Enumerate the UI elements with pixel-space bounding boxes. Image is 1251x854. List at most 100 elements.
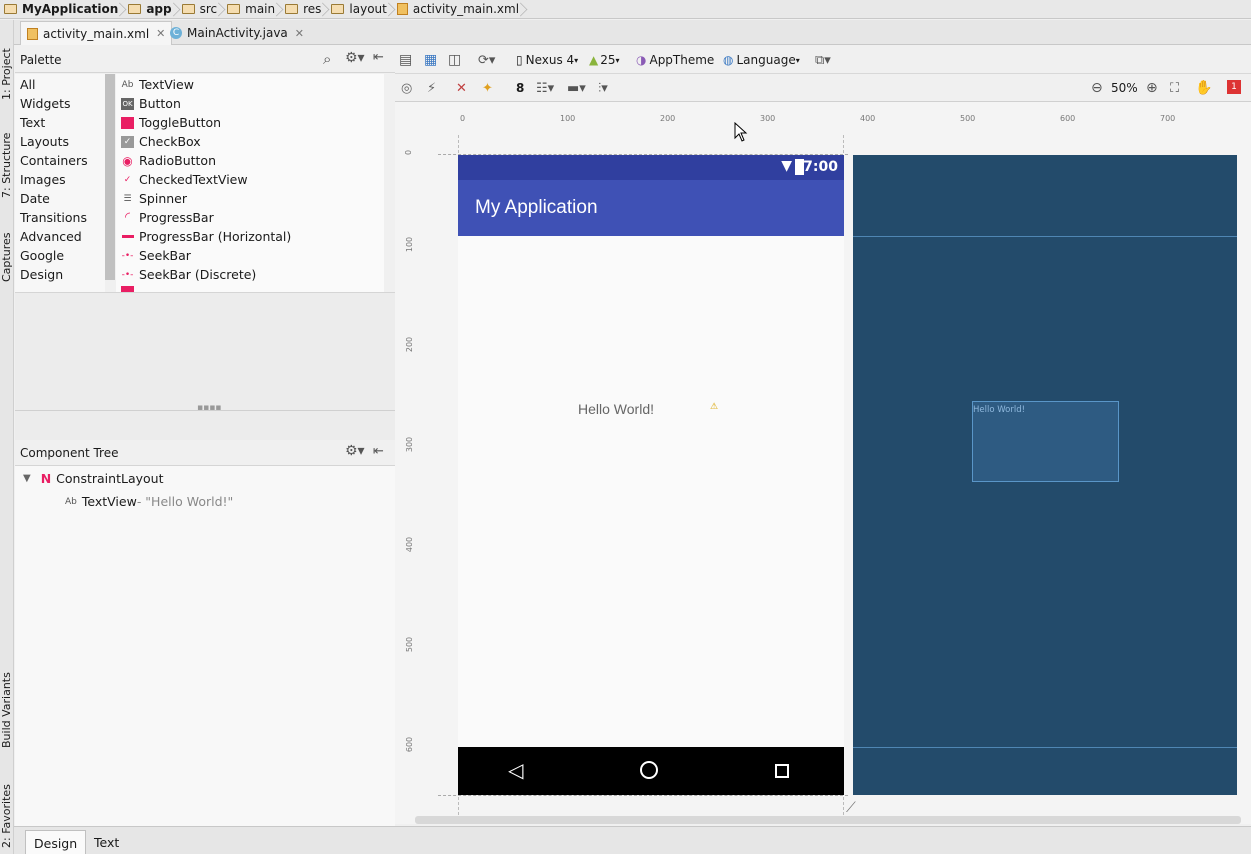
hide-panel-icon[interactable]: ⇤ <box>373 50 384 65</box>
resize-handle-icon[interactable]: ⟋ <box>846 800 856 816</box>
android-icon: ▲ <box>589 53 599 67</box>
show-constraints-icon[interactable]: ◎ <box>401 78 412 98</box>
guidelines-icon[interactable]: ⫶▾ <box>598 78 608 98</box>
navigation-bar: ◁ <box>458 747 844 795</box>
autoconnect-icon[interactable]: ⚡ <box>427 78 436 98</box>
favorites-tool-tab[interactable]: 2: Favorites <box>0 784 13 848</box>
category-layouts[interactable]: Layouts <box>20 134 69 149</box>
tab-text[interactable]: Text <box>86 830 127 854</box>
grip-icon[interactable]: ▪▪▪▪ <box>197 403 221 413</box>
palette-title: Palette <box>20 53 62 67</box>
palette-item-seekbar-discrete[interactable]: -•- SeekBar (Discrete) <box>121 267 257 282</box>
palette-item-togglebutton[interactable]: ToggleButton <box>121 115 221 130</box>
build-variants-tool-tab[interactable]: Build Variants <box>0 672 13 748</box>
clear-constraints-icon[interactable]: ✕ <box>456 78 467 98</box>
align-icon[interactable]: ▬▾ <box>567 78 586 98</box>
gear-icon[interactable]: ⚙▾ <box>345 443 365 459</box>
blueprint-view-icon[interactable]: ▦ <box>424 50 437 70</box>
gear-icon[interactable]: ⚙▾ <box>345 50 365 66</box>
design-view-icon[interactable]: ▤ <box>399 50 412 70</box>
tab-activity-main[interactable]: activity_main.xml ✕ <box>20 21 173 45</box>
device-preview[interactable] <box>458 155 844 795</box>
panel-splitter[interactable]: ▪▪▪▪ <box>15 403 395 440</box>
breadcrumb-item-src[interactable]: src <box>178 0 224 19</box>
palette-item-progressbar[interactable]: ◜ ProgressBar <box>121 210 214 225</box>
palette-item-checkbox[interactable]: ✓ CheckBox <box>121 134 201 149</box>
hide-panel-icon[interactable]: ⇤ <box>373 444 384 459</box>
close-icon[interactable]: ✕ <box>295 27 304 40</box>
status-bar: ▼ 7:00 <box>458 155 844 180</box>
seekbar-icon: -•- <box>121 250 134 261</box>
tree-node-constraintlayout[interactable]: ▼ N ConstraintLayout <box>23 471 163 486</box>
breadcrumb-item-main[interactable]: main <box>223 0 281 19</box>
palette-preview-area <box>15 292 395 410</box>
orientation-icon[interactable]: ⟳▾ <box>478 50 495 70</box>
ruler-tick: 600 <box>1060 114 1076 123</box>
category-advanced[interactable]: Advanced <box>20 229 82 244</box>
captures-tool-tab[interactable]: Captures <box>0 233 13 282</box>
palette-item-textview[interactable]: Ab TextView <box>121 77 194 92</box>
category-transitions[interactable]: Transitions <box>20 210 87 225</box>
textview-icon: Ab <box>121 79 134 90</box>
checkedtextview-icon: ✓ <box>123 174 132 185</box>
structure-tool-tab[interactable]: 7: Structure <box>0 133 13 198</box>
tab-main-activity[interactable]: C MainActivity.java ✕ <box>164 21 310 45</box>
warning-icon[interactable]: ⚠ <box>710 402 718 412</box>
tree-node-textview[interactable]: Ab TextView - "Hello World!" <box>65 494 233 509</box>
theme-selector[interactable]: ◑ AppTheme <box>636 50 714 70</box>
category-text[interactable]: Text <box>20 115 45 130</box>
default-margin[interactable]: 8 <box>516 78 524 98</box>
component-tree: ▼ N ConstraintLayout Ab TextView - "Hell… <box>15 466 395 826</box>
palette-item-spinner[interactable]: ☰ Spinner <box>121 191 187 206</box>
spinner-icon: ☰ <box>123 193 132 204</box>
device-selector[interactable]: ▯ Nexus 4 ▾ <box>516 50 578 70</box>
zoom-out-icon[interactable]: ⊖ <box>1091 78 1103 98</box>
bounds-guide <box>438 795 848 796</box>
left-tool-strip: 1: Project 7: Structure Captures Build V… <box>0 20 14 854</box>
breadcrumb-item-file[interactable]: activity_main.xml <box>393 0 525 19</box>
pan-hand-icon[interactable]: ✋ <box>1195 78 1212 98</box>
home-icon <box>640 761 658 779</box>
both-view-icon[interactable]: ◫ <box>448 50 461 70</box>
category-widgets[interactable]: Widgets <box>20 96 71 111</box>
category-scrollbar[interactable] <box>105 74 115 280</box>
palette-item-radiobutton[interactable]: ◉ RadioButton <box>121 153 216 168</box>
hello-world-textview[interactable]: Hello World! <box>578 401 654 417</box>
palette-item-progressbar-horizontal[interactable]: ProgressBar (Horizontal) <box>121 229 291 244</box>
palette-item-seekbar[interactable]: -•- SeekBar <box>121 248 191 263</box>
category-images[interactable]: Images <box>20 172 66 187</box>
breadcrumb-item-res[interactable]: res <box>281 0 327 19</box>
language-selector[interactable]: ◍ Language ▾ <box>723 50 800 70</box>
category-all[interactable]: All <box>20 77 36 92</box>
expand-arrow-icon[interactable]: ▼ <box>23 473 31 484</box>
wifi-icon: ▼ <box>781 158 792 174</box>
back-icon: ◁ <box>508 758 524 782</box>
category-date[interactable]: Date <box>20 191 50 206</box>
palette-item-checkedtextview[interactable]: ✓ CheckedTextView <box>121 172 248 187</box>
ruler-tick: 700 <box>1160 114 1176 123</box>
palette-item-button[interactable]: OK Button <box>121 96 181 111</box>
tab-design[interactable]: Design <box>25 830 87 854</box>
breadcrumb-item-layout[interactable]: layout <box>327 0 392 19</box>
ruler-tick: 0 <box>460 114 466 123</box>
error-badge[interactable]: 1 <box>1227 80 1241 94</box>
api-selector[interactable]: ▲ 25 ▾ <box>589 50 620 70</box>
category-containers[interactable]: Containers <box>20 153 88 168</box>
search-icon[interactable]: ⌕ <box>323 50 331 68</box>
radiobutton-icon: ◉ <box>122 153 133 168</box>
infer-constraints-icon[interactable]: ✦ <box>482 78 493 98</box>
breadcrumb-item-project[interactable]: MyApplication <box>0 0 124 19</box>
zoom-in-icon[interactable]: ⊕ <box>1146 78 1158 98</box>
horizontal-scrollbar[interactable] <box>415 816 1241 824</box>
xml-file-icon <box>396 3 408 15</box>
pack-icon[interactable]: ☷▾ <box>536 78 554 98</box>
layout-variants-icon[interactable]: ⧉▾ <box>815 50 831 70</box>
bottom-tab-bar: Design Text <box>14 826 1251 854</box>
breadcrumb-item-app[interactable]: app <box>124 0 177 19</box>
blueprint-textview[interactable]: Hello World! <box>972 401 1119 482</box>
zoom-fit-icon[interactable]: ⛶ <box>1170 78 1179 98</box>
category-google[interactable]: Google <box>20 248 64 263</box>
project-tool-tab[interactable]: 1: Project <box>0 48 13 100</box>
category-design[interactable]: Design <box>20 267 63 282</box>
java-class-icon: C <box>170 27 182 39</box>
